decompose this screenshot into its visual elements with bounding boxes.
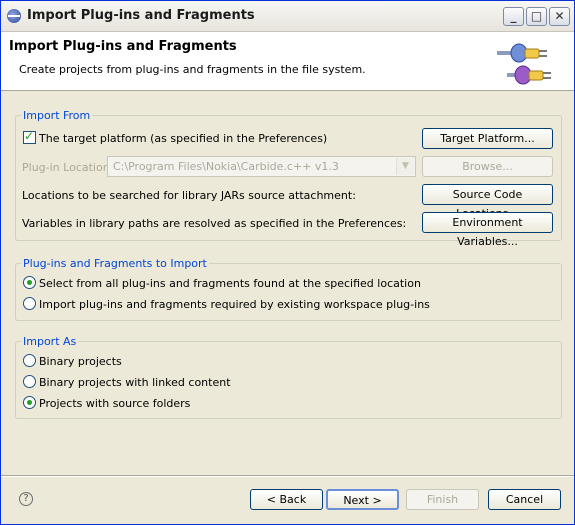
finish-button[interactable]: Finish	[406, 489, 479, 510]
cancel-button[interactable]: Cancel	[488, 489, 561, 510]
page-description: Create projects from plug-ins and fragme…	[19, 63, 366, 76]
footer-separator	[1, 475, 574, 477]
maximize-icon: □	[530, 9, 543, 23]
browse-button[interactable]: Browse...	[422, 156, 553, 177]
target-platform-label[interactable]: The target platform (as specified in the…	[39, 132, 327, 145]
import-as-legend: Import As	[23, 335, 77, 348]
maximize-button[interactable]: □	[526, 7, 547, 26]
select-all-radio[interactable]	[23, 276, 36, 289]
source-folders-label[interactable]: Projects with source folders	[39, 397, 190, 410]
checkmark-icon: ✓	[24, 129, 35, 143]
page-title: Import Plug-ins and Fragments	[9, 39, 237, 54]
radio-selected-dot	[27, 400, 32, 405]
title-bar[interactable]: Import Plug-ins and Fragments _ □ ✕	[1, 1, 574, 32]
help-icon[interactable]: ?	[19, 492, 33, 506]
binary-projects-label[interactable]: Binary projects	[39, 355, 122, 368]
wizard-header: Import Plug-ins and Fragments Create pro…	[1, 32, 574, 91]
select-all-label[interactable]: Select from all plug-ins and fragments f…	[39, 277, 421, 290]
eclipse-icon	[7, 9, 21, 23]
radio-selected-dot	[27, 280, 32, 285]
binary-linked-label[interactable]: Binary projects with linked content	[39, 376, 231, 389]
plugin-location-combo[interactable]: C:\Program Files\Nokia\Carbide.c++ v1.3 …	[107, 156, 416, 177]
window-title: Import Plug-ins and Fragments	[27, 8, 255, 23]
minimize-button[interactable]: _	[503, 7, 524, 26]
next-button[interactable]: Next >	[326, 489, 399, 510]
chevron-down-icon[interactable]: ▼	[396, 158, 414, 175]
binary-projects-radio[interactable]	[23, 354, 36, 367]
source-locations-label: Locations to be searched for library JAR…	[22, 189, 356, 202]
plugin-location-value: C:\Program Files\Nokia\Carbide.c++ v1.3	[113, 160, 339, 173]
back-button[interactable]: < Back	[250, 489, 323, 510]
plugins-to-import-legend: Plug-ins and Fragments to Import	[23, 257, 207, 270]
binary-linked-radio[interactable]	[23, 375, 36, 388]
source-code-locations-button[interactable]: Source Code Locations...	[422, 184, 553, 220]
plugin-banner-icon	[497, 43, 551, 85]
required-plugins-radio[interactable]	[23, 297, 36, 310]
target-platform-checkbox[interactable]: ✓	[23, 129, 36, 144]
close-icon: ✕	[554, 9, 565, 23]
import-from-legend: Import From	[23, 109, 91, 122]
plugin-location-label: Plug-in Location:	[22, 161, 114, 174]
minimize-icon: _	[510, 9, 517, 23]
target-platform-button[interactable]: Target Platform...	[422, 128, 553, 149]
close-button[interactable]: ✕	[549, 7, 570, 26]
source-folders-radio[interactable]	[23, 396, 36, 409]
import-dialog: Import Plug-ins and Fragments _ □ ✕ Impo…	[0, 0, 575, 525]
environment-variables-button[interactable]: Environment Variables...	[422, 212, 553, 248]
required-plugins-label[interactable]: Import plug-ins and fragments required b…	[39, 298, 430, 311]
variables-label: Variables in library paths are resolved …	[22, 217, 407, 230]
